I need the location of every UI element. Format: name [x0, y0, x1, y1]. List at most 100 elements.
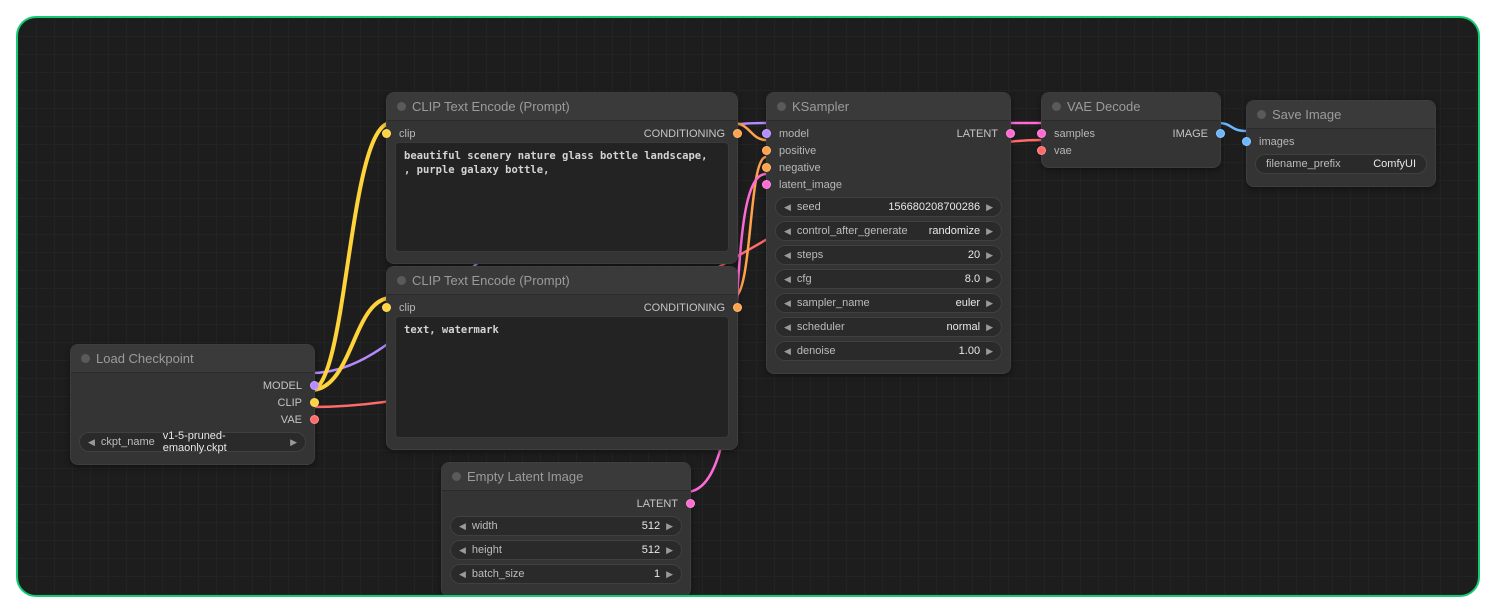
param-value: euler — [952, 297, 984, 309]
node-title: KSampler — [792, 99, 849, 114]
param-name: sampler_name — [793, 297, 952, 309]
param-seed[interactable]: ◀seed156680208700286▶ — [775, 197, 1002, 217]
chevron-right-icon: ▶ — [984, 202, 995, 213]
port-conditioning-out[interactable] — [733, 129, 742, 138]
status-dot-icon — [81, 354, 90, 363]
param-name: scheduler — [793, 321, 943, 333]
chevron-right-icon: ▶ — [984, 226, 995, 237]
comfyui-canvas[interactable]: Load Checkpoint MODEL CLIP VAE ◀ ckpt_na… — [16, 16, 1480, 597]
chevron-left-icon: ◀ — [782, 298, 793, 309]
port-latent-out[interactable] — [686, 499, 695, 508]
param-height[interactable]: ◀height512▶ — [450, 540, 682, 560]
param-sampler-name[interactable]: ◀sampler_nameeuler▶ — [775, 293, 1002, 313]
chevron-right-icon: ▶ — [984, 346, 995, 357]
port-images-in[interactable] — [1242, 137, 1251, 146]
param-ckpt-name[interactable]: ◀ ckpt_name v1-5-pruned-emaonly.ckpt ▶ — [79, 432, 306, 452]
chevron-right-icon: ▶ — [664, 545, 675, 556]
status-dot-icon — [397, 102, 406, 111]
param-name: steps — [793, 249, 964, 261]
output-label-model: MODEL — [260, 380, 305, 392]
port-model-in[interactable] — [762, 129, 771, 138]
port-latent-out[interactable] — [1006, 129, 1015, 138]
port-clip-out[interactable] — [310, 398, 319, 407]
chevron-right-icon: ▶ — [664, 521, 675, 532]
port-samples-in[interactable] — [1037, 129, 1046, 138]
input-label-negative: negative — [776, 162, 824, 174]
port-vae-out[interactable] — [310, 415, 319, 424]
prompt-textarea[interactable] — [395, 316, 729, 438]
node-ksampler[interactable]: KSampler model LATENT positive negative … — [766, 92, 1011, 374]
param-scheduler[interactable]: ◀schedulernormal▶ — [775, 317, 1002, 337]
chevron-left-icon: ◀ — [782, 250, 793, 261]
node-header[interactable]: Empty Latent Image — [442, 463, 690, 491]
chevron-left-icon: ◀ — [782, 202, 793, 213]
port-model-out[interactable] — [310, 381, 319, 390]
port-latent-image-in[interactable] — [762, 180, 771, 189]
node-header[interactable]: KSampler — [767, 93, 1010, 121]
chevron-right-icon: ▶ — [984, 322, 995, 333]
param-value: 156680208700286 — [884, 201, 984, 213]
chevron-left-icon: ◀ — [457, 545, 468, 556]
param-filename-prefix[interactable]: filename_prefixComfyUI — [1255, 154, 1427, 174]
input-label-positive: positive — [776, 145, 819, 157]
input-label-latent-image: latent_image — [776, 179, 845, 191]
param-denoise[interactable]: ◀denoise1.00▶ — [775, 341, 1002, 361]
output-label-conditioning: CONDITIONING — [641, 302, 728, 314]
node-header[interactable]: CLIP Text Encode (Prompt) — [387, 267, 737, 295]
param-value: 512 — [638, 520, 664, 532]
node-header[interactable]: VAE Decode — [1042, 93, 1220, 121]
param-value: 1.00 — [955, 345, 984, 357]
node-header[interactable]: Save Image — [1247, 101, 1435, 129]
output-label-conditioning: CONDITIONING — [641, 128, 728, 140]
status-dot-icon — [397, 276, 406, 285]
param-control-after-generate[interactable]: ◀control_after_generaterandomize▶ — [775, 221, 1002, 241]
node-title: Save Image — [1272, 107, 1341, 122]
node-title: Empty Latent Image — [467, 469, 583, 484]
chevron-right-icon: ▶ — [288, 437, 299, 448]
chevron-left-icon: ◀ — [457, 521, 468, 532]
output-label-image: IMAGE — [1170, 128, 1211, 140]
param-cfg[interactable]: ◀cfg8.0▶ — [775, 269, 1002, 289]
input-label-clip: clip — [396, 128, 419, 140]
node-save-image[interactable]: Save Image images filename_prefixComfyUI — [1246, 100, 1436, 187]
port-vae-in[interactable] — [1037, 146, 1046, 155]
port-image-out[interactable] — [1216, 129, 1225, 138]
node-clip-encode-negative[interactable]: CLIP Text Encode (Prompt) clip CONDITION… — [386, 266, 738, 450]
output-label-latent: LATENT — [954, 128, 1001, 140]
node-load-checkpoint[interactable]: Load Checkpoint MODEL CLIP VAE ◀ ckpt_na… — [70, 344, 315, 465]
input-label-clip: clip — [396, 302, 419, 314]
param-name: ckpt_name — [97, 436, 159, 448]
chevron-right-icon: ▶ — [984, 250, 995, 261]
port-conditioning-out[interactable] — [733, 303, 742, 312]
input-label-images: images — [1256, 136, 1297, 148]
chevron-left-icon: ◀ — [782, 274, 793, 285]
param-value: ComfyUI — [1369, 158, 1420, 170]
param-name: cfg — [793, 273, 961, 285]
chevron-left-icon: ◀ — [782, 346, 793, 357]
port-clip-in[interactable] — [382, 129, 391, 138]
param-value: 1 — [650, 568, 664, 580]
node-header[interactable]: Load Checkpoint — [71, 345, 314, 373]
chevron-right-icon: ▶ — [664, 569, 675, 580]
input-label-model: model — [776, 128, 812, 140]
chevron-right-icon: ▶ — [984, 274, 995, 285]
node-vae-decode[interactable]: VAE Decode samples IMAGE vae — [1041, 92, 1221, 168]
chevron-left-icon: ◀ — [782, 322, 793, 333]
param-batch-size[interactable]: ◀batch_size1▶ — [450, 564, 682, 584]
port-negative-in[interactable] — [762, 163, 771, 172]
chevron-left-icon: ◀ — [86, 437, 97, 448]
param-value: v1-5-pruned-emaonly.ckpt — [159, 430, 288, 454]
param-name: denoise — [793, 345, 955, 357]
node-header[interactable]: CLIP Text Encode (Prompt) — [387, 93, 737, 121]
param-steps[interactable]: ◀steps20▶ — [775, 245, 1002, 265]
status-dot-icon — [1257, 110, 1266, 119]
param-width[interactable]: ◀width512▶ — [450, 516, 682, 536]
node-clip-encode-positive[interactable]: CLIP Text Encode (Prompt) clip CONDITION… — [386, 92, 738, 264]
param-name: control_after_generate — [793, 225, 925, 237]
port-clip-in[interactable] — [382, 303, 391, 312]
input-label-samples: samples — [1051, 128, 1098, 140]
param-name: batch_size — [468, 568, 650, 580]
node-empty-latent[interactable]: Empty Latent Image LATENT ◀width512▶ ◀he… — [441, 462, 691, 597]
prompt-textarea[interactable] — [395, 142, 729, 252]
port-positive-in[interactable] — [762, 146, 771, 155]
